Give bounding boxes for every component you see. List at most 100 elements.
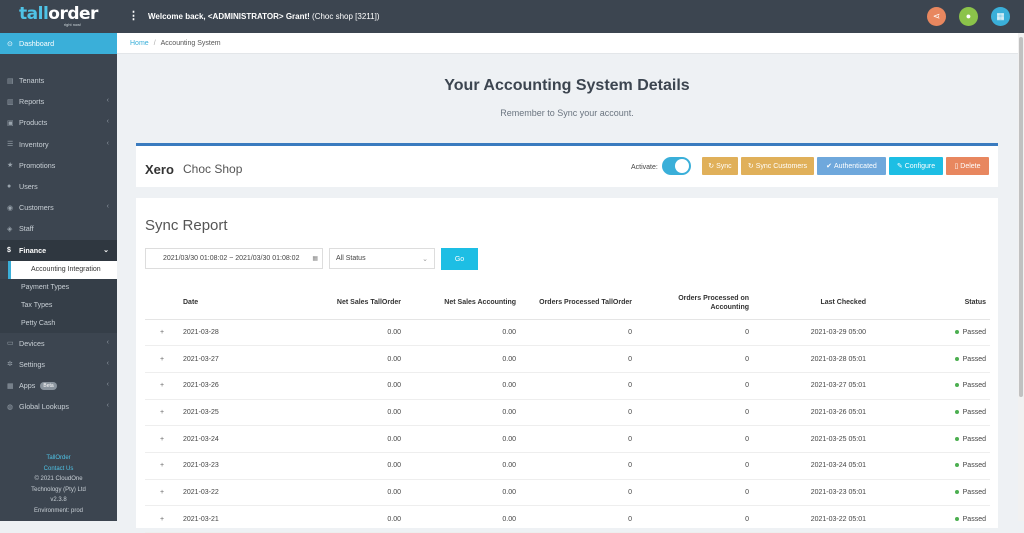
sidebar-item-dashboard[interactable]: ⊙ Dashboard bbox=[0, 33, 117, 54]
copyright: © 2021 CloudOne bbox=[34, 476, 83, 482]
cell-orders-accounting: 0 bbox=[636, 372, 753, 400]
sidebar-item-promotions[interactable]: ★ Promotions bbox=[0, 155, 117, 176]
sync-report-table: Date Net Sales TallOrder Net Sales Accou… bbox=[145, 287, 990, 533]
tallorder-logo[interactable]: tallorder right now! bbox=[0, 0, 117, 33]
expand-row-button[interactable]: + bbox=[145, 319, 179, 347]
check-icon: ✔ bbox=[826, 163, 833, 170]
user-icon: ● bbox=[7, 183, 12, 191]
authenticated-button[interactable]: ✔ Authenticated bbox=[817, 157, 886, 175]
cell-last-checked: 2021-03-29 05:00 bbox=[753, 319, 870, 347]
apps-icon: ▦ bbox=[7, 382, 14, 390]
status-dot bbox=[954, 516, 959, 521]
sidebar-subitem-payment-types[interactable]: Payment Types bbox=[0, 278, 117, 297]
cell-net-sales-tallorder: 0.00 bbox=[299, 345, 405, 373]
sidebar-subitem-tax-types[interactable]: Tax Types bbox=[0, 296, 117, 315]
column-header-net-sales-tallorder[interactable]: Net Sales TallOrder bbox=[299, 287, 405, 320]
cell-orders-tallorder: 0 bbox=[520, 319, 636, 347]
share-icon: ⋖ bbox=[932, 11, 941, 21]
sync-customers-button[interactable]: ↻ Sync Customers bbox=[741, 157, 814, 175]
main-content: Home / Accounting System Your Accounting… bbox=[117, 33, 1024, 533]
expand-row-button[interactable]: + bbox=[145, 452, 179, 480]
sidebar-item-settings[interactable]: ✲ Settings ‹ bbox=[0, 354, 117, 375]
expand-row-button[interactable]: + bbox=[145, 425, 179, 453]
breadcrumb: Home / Accounting System bbox=[117, 33, 1024, 54]
breadcrumb-home-link[interactable]: Home bbox=[130, 40, 149, 47]
configure-button[interactable]: ✎ Configure bbox=[889, 157, 943, 175]
sidebar-item-devices[interactable]: ▭ Devices ‹ bbox=[0, 333, 117, 354]
sync-button[interactable]: ↻ Sync bbox=[702, 157, 738, 175]
more-vertical-icon[interactable]: ⋮ bbox=[128, 11, 139, 22]
cell-net-sales-accounting: 0.00 bbox=[405, 425, 520, 453]
cell-date: 2021-03-26 bbox=[179, 372, 299, 400]
scrollbar-thumb[interactable] bbox=[1019, 37, 1023, 397]
expand-row-button[interactable]: + bbox=[145, 505, 179, 533]
cell-date: 2021-03-27 bbox=[179, 345, 299, 373]
cell-net-sales-tallorder: 0.00 bbox=[299, 425, 405, 453]
go-button[interactable]: Go bbox=[441, 248, 478, 270]
expand-row-button[interactable]: + bbox=[145, 479, 179, 507]
delete-button[interactable]: ▯ Delete bbox=[946, 157, 989, 175]
sidebar-item-reports[interactable]: ▥ Reports ‹ bbox=[0, 91, 117, 112]
sidebar-subitem-accounting-integration[interactable]: Accounting Integration bbox=[8, 260, 117, 279]
sidebar: ⊙ Dashboard ▤ Tenants ▥ Reports ‹ ▣ Products ‹… bbox=[0, 33, 117, 521]
box-icon: ▣ bbox=[7, 119, 14, 127]
cell-date: 2021-03-22 bbox=[179, 479, 299, 507]
sidebar-item-global-lookups[interactable]: ◍ Global Lookups ‹ bbox=[0, 396, 117, 417]
expand-row-button[interactable]: + bbox=[145, 372, 179, 400]
accounting-system-card: Xero Choc Shop Activate: ↻ Sync ↻ Sync C… bbox=[136, 143, 998, 187]
beta-badge: Beta bbox=[40, 381, 57, 390]
column-header-status[interactable]: Status bbox=[870, 287, 990, 320]
column-header-orders-processed-tallorder[interactable]: Orders Processed TallOrder bbox=[520, 287, 636, 320]
cell-status: Passed bbox=[870, 372, 990, 400]
sidebar-subitem-petty-cash[interactable]: Petty Cash bbox=[0, 314, 117, 333]
page-scrollbar[interactable] bbox=[1018, 33, 1024, 521]
table-row: + 2021-03-22 0.00 0.00 0 0 2021-03-23 05… bbox=[145, 479, 990, 507]
cell-orders-tallorder: 0 bbox=[520, 399, 636, 427]
cell-last-checked: 2021-03-27 05:01 bbox=[753, 372, 870, 400]
column-header-orders-processed-accounting[interactable]: Orders Processed on Accounting bbox=[636, 287, 753, 320]
activate-toggle[interactable] bbox=[662, 157, 691, 175]
staff-icon: ◈ bbox=[7, 225, 13, 233]
table-header-row: Date Net Sales TallOrder Net Sales Accou… bbox=[145, 287, 990, 320]
sidebar-item-customers[interactable]: ◉ Customers ‹ bbox=[0, 197, 117, 218]
chevron-down-icon: ⌄ bbox=[422, 256, 428, 263]
cell-net-sales-accounting: 0.00 bbox=[405, 399, 520, 427]
device-icon: ▭ bbox=[7, 340, 14, 348]
sidebar-item-staff[interactable]: ◈ Staff bbox=[0, 218, 117, 239]
table-row: + 2021-03-25 0.00 0.00 0 0 2021-03-26 05… bbox=[145, 399, 990, 427]
calendar-button[interactable]: ▦ bbox=[991, 7, 1010, 26]
user-button[interactable]: ● bbox=[959, 7, 978, 26]
cell-status: Passed bbox=[870, 425, 990, 453]
expand-row-button[interactable]: + bbox=[145, 345, 179, 373]
column-header-date[interactable]: Date bbox=[179, 287, 299, 320]
gear-icon: ✲ bbox=[7, 361, 13, 369]
column-header-last-checked[interactable]: Last Checked bbox=[753, 287, 870, 320]
status-select[interactable]: All Status ⌄ bbox=[329, 248, 435, 269]
table-row: + 2021-03-26 0.00 0.00 0 0 2021-03-27 05… bbox=[145, 372, 990, 400]
date-range-picker[interactable]: 2021/03/30 01:08:02 ~ 2021/03/30 01:08:0… bbox=[145, 248, 323, 269]
footer-brand-link[interactable]: TallOrder bbox=[0, 453, 117, 464]
column-header-net-sales-accounting[interactable]: Net Sales Accounting bbox=[405, 287, 520, 320]
expand-row-button[interactable]: + bbox=[145, 399, 179, 427]
environment: Environment: prod bbox=[33, 507, 84, 514]
status-dot bbox=[954, 436, 959, 441]
sidebar-item-finance[interactable]: $ Finance ⌄ bbox=[0, 239, 117, 261]
sidebar-item-tenants[interactable]: ▤ Tenants bbox=[0, 70, 117, 91]
sidebar-item-inventory[interactable]: ☰ Inventory ‹ bbox=[0, 134, 117, 155]
table-row: + 2021-03-28 0.00 0.00 0 0 2021-03-29 05… bbox=[145, 319, 990, 347]
chevron-left-icon: ‹ bbox=[106, 118, 109, 126]
cell-orders-accounting: 0 bbox=[636, 505, 753, 533]
contact-us-link[interactable]: Contact Us bbox=[0, 464, 117, 475]
cell-last-checked: 2021-03-22 05:01 bbox=[753, 505, 870, 533]
pencil-icon: ✎ bbox=[896, 163, 903, 170]
chevron-down-icon: ⌄ bbox=[103, 246, 109, 254]
activate-label: Activate: bbox=[631, 164, 658, 171]
sidebar-item-users[interactable]: ● Users bbox=[0, 176, 117, 197]
sidebar-item-apps[interactable]: ▦ Apps Beta ‹ bbox=[0, 375, 117, 396]
sidebar-item-products[interactable]: ▣ Products ‹ bbox=[0, 112, 117, 133]
users-icon: ◉ bbox=[7, 204, 14, 212]
breadcrumb-current: Accounting System bbox=[160, 39, 221, 47]
status-dot bbox=[954, 330, 959, 334]
toggle-knob bbox=[675, 159, 689, 173]
share-button[interactable]: ⋖ bbox=[927, 7, 946, 26]
